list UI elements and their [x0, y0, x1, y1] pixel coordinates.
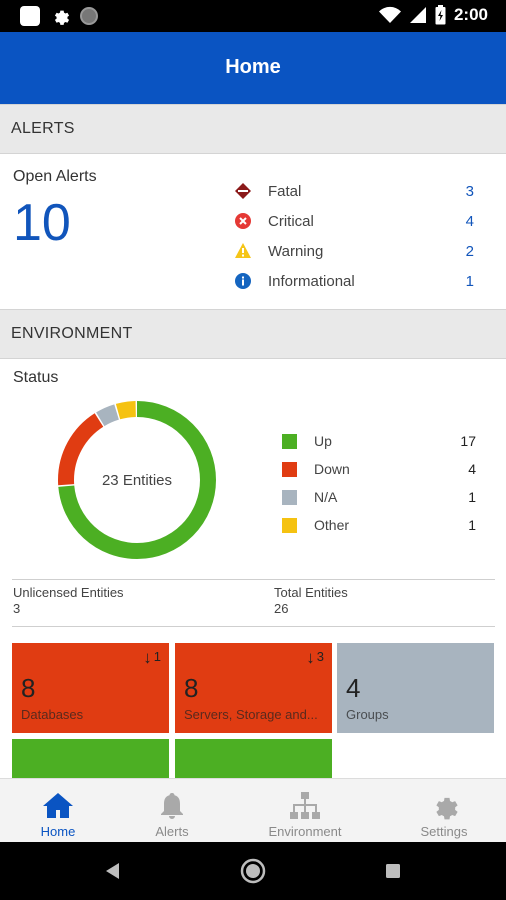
trend-indicator: ↓ 1 [143, 649, 161, 666]
legend-swatch [282, 461, 297, 477]
legend-swatch [282, 489, 297, 505]
trend-count: 3 [316, 649, 324, 664]
nav-environment[interactable]: Environment [242, 779, 368, 843]
status-bar: 2:00 [0, 0, 506, 32]
legend-label: Other [314, 517, 350, 533]
sync-indicator-icon [80, 7, 98, 25]
nav-label: Home [40, 824, 76, 839]
legend-label: N/A [314, 489, 338, 505]
tile-count: 8 [21, 673, 36, 703]
cellular-signal-icon [409, 7, 426, 23]
alert-row-warning[interactable]: Warning 2 [234, 236, 474, 266]
tile-servers-storage[interactable]: ↓ 3 8 Servers, Storage and... [175, 643, 332, 733]
legend-swatch [282, 433, 297, 449]
alert-count[interactable]: 4 [454, 213, 474, 230]
settings-notification-icon [54, 10, 70, 25]
alert-label: Informational [268, 272, 355, 290]
tile-count: 8 [184, 673, 199, 703]
unlicensed-entities-label: Unlicensed Entities [13, 585, 124, 600]
donut-center-label: 23 Entities [101, 471, 173, 489]
nav-label: Environment [268, 824, 342, 839]
tile-partial[interactable] [12, 739, 169, 778]
hierarchy-icon [290, 792, 320, 819]
tile-databases[interactable]: ↓ 1 8 Databases [12, 643, 169, 733]
home-circle-icon[interactable] [240, 858, 266, 884]
nav-settings[interactable]: Settings [381, 779, 506, 843]
alert-label: Fatal [268, 182, 302, 200]
wifi-icon [378, 6, 401, 23]
nav-label: Settings [420, 824, 468, 839]
status-legend: Up 17 Down 4 N/A 1 Other 1 [282, 427, 476, 539]
alert-count[interactable]: 1 [454, 273, 474, 290]
tile-label: Groups [346, 707, 389, 722]
divider [12, 626, 495, 627]
app-bar: Home [0, 32, 506, 104]
legend-row-down[interactable]: Down 4 [282, 455, 476, 483]
home-icon [43, 793, 73, 818]
alert-severity-list: Fatal 3 Critical 4 Warning 2 Information… [234, 176, 474, 296]
down-arrow-icon: ↓ [143, 648, 152, 667]
alert-count[interactable]: 2 [454, 243, 474, 260]
legend-value: 4 [468, 461, 476, 477]
environment-section-header: ENVIRONMENT [0, 309, 506, 359]
status-label: Status [13, 369, 59, 386]
unlicensed-entities-value: 3 [13, 601, 21, 616]
environment-summary: Status 23 Entities Up 17 Down 4 N/A 1 Ot… [0, 359, 506, 778]
trend-count: 1 [153, 649, 161, 664]
divider [12, 579, 495, 580]
alert-label: Warning [268, 242, 324, 260]
open-alerts-count: 10 [13, 194, 71, 252]
back-icon[interactable] [103, 861, 123, 881]
legend-row-na[interactable]: N/A 1 [282, 483, 476, 511]
total-entities-label: Total Entities [274, 585, 348, 600]
alert-label: Critical [268, 212, 314, 230]
tile-partial[interactable] [175, 739, 332, 778]
legend-value: 17 [460, 433, 476, 449]
tile-groups[interactable]: 4 Groups [337, 643, 494, 733]
nav-alerts[interactable]: Alerts [109, 779, 235, 843]
alerts-section-header: ALERTS [0, 104, 506, 154]
page-title: Home [225, 56, 281, 78]
total-entities-value: 26 [274, 601, 289, 616]
alert-row-critical[interactable]: Critical 4 [234, 206, 474, 236]
tile-label: Servers, Storage and... [184, 707, 318, 722]
bell-icon [161, 793, 183, 819]
nav-home[interactable]: Home [0, 779, 121, 843]
tile-count: 4 [346, 673, 361, 703]
alerts-summary[interactable]: Open Alerts 10 Fatal 3 Critical 4 Warnin… [0, 154, 506, 309]
legend-value: 1 [468, 517, 476, 533]
trend-indicator: ↓ 3 [306, 649, 324, 666]
alert-row-informational[interactable]: Informational 1 [234, 266, 474, 296]
clock-time: 2:00 [453, 5, 488, 24]
notification-app-icon [20, 6, 40, 26]
battery-icon [435, 5, 446, 25]
system-navigation-bar [0, 842, 506, 900]
down-arrow-icon: ↓ [306, 648, 315, 667]
gear-icon [436, 797, 458, 820]
alert-count[interactable]: 3 [454, 183, 474, 200]
info-circle-icon [235, 273, 251, 289]
legend-row-up[interactable]: Up 17 [282, 427, 476, 455]
home-content[interactable]: ALERTS Open Alerts 10 Fatal 3 Critical 4… [0, 104, 506, 778]
nav-label: Alerts [155, 824, 189, 839]
open-alerts-label: Open Alerts [13, 168, 97, 185]
bottom-navigation: Home Alerts Environment Settings [0, 778, 506, 842]
alert-row-fatal[interactable]: Fatal 3 [234, 176, 474, 206]
fatal-diamond-icon [235, 183, 251, 199]
critical-x-circle-icon [235, 213, 251, 229]
recents-icon[interactable] [384, 862, 402, 880]
unlicensed-entities: Unlicensed Entities 3 [13, 585, 124, 617]
legend-label: Up [314, 433, 332, 449]
legend-swatch [282, 517, 297, 533]
warning-triangle-icon [235, 243, 251, 258]
legend-label: Down [314, 461, 350, 477]
tile-label: Databases [21, 707, 84, 722]
total-entities: Total Entities 26 [274, 585, 348, 617]
legend-row-other[interactable]: Other 1 [282, 511, 476, 539]
legend-value: 1 [468, 489, 476, 505]
